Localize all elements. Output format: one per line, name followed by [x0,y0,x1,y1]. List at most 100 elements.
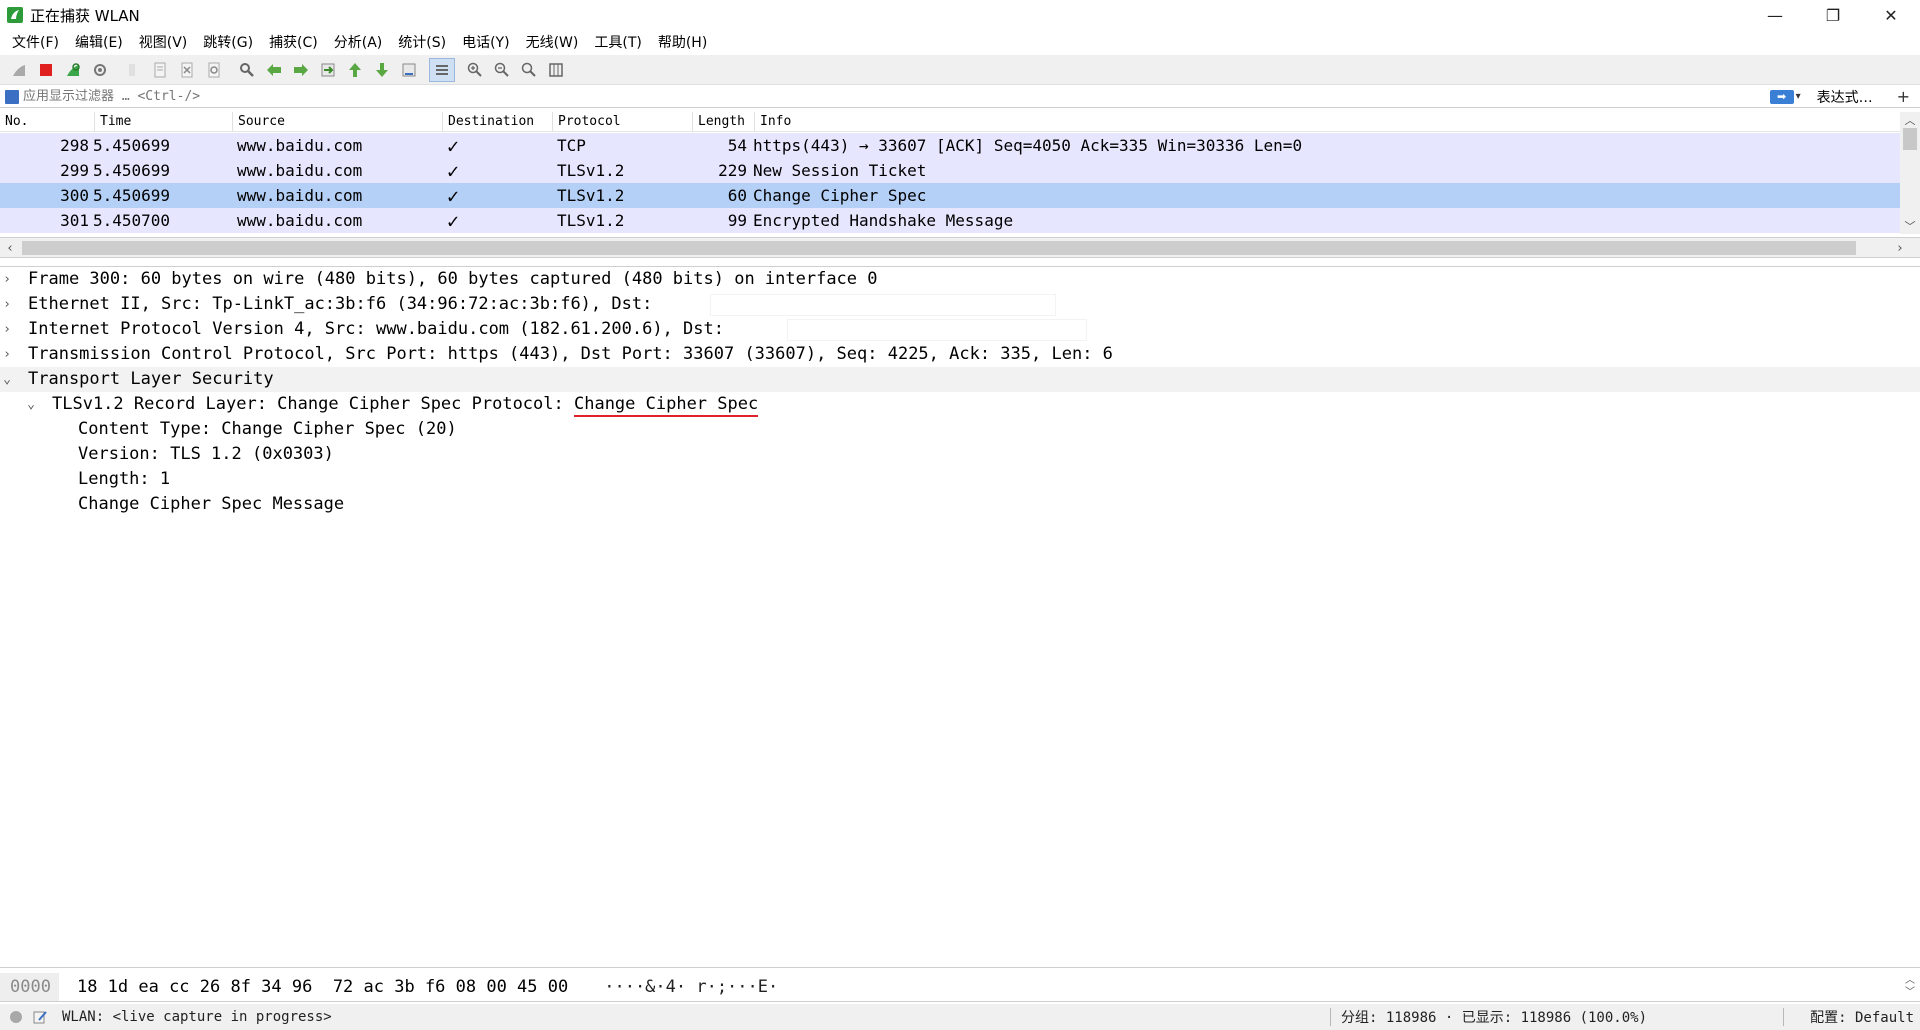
expand-chevron-icon[interactable]: › [0,317,14,342]
window-controls: — ❐ ✕ [1746,0,1920,30]
scroll-thumb[interactable] [1903,128,1917,150]
bytes-scrollbar[interactable]: ︿ ﹀ [1900,972,1920,1002]
packet-info: New Session Ticket [753,161,927,180]
restore-button[interactable]: ❐ [1804,0,1862,30]
tree-row-content-type[interactable]: Content Type: Change Cipher Spec (20) [0,417,1920,442]
menu-go[interactable]: 跳转(G) [195,32,261,52]
go-forward-icon[interactable] [288,58,314,82]
resize-columns-icon[interactable] [543,58,569,82]
tree-row-message[interactable]: Change Cipher Spec Message [0,492,1920,517]
menu-wireless[interactable]: 无线(W) [518,32,587,52]
close-button[interactable]: ✕ [1862,0,1920,30]
packet-protocol: TCP [557,136,586,155]
collapse-chevron-icon[interactable]: ⌄ [24,392,38,417]
expression-button[interactable]: 表达式… [1817,87,1873,107]
packet-stats: 分组: 118986 · 已显示: 118986 (100.0%) [1341,1010,1648,1026]
close-file-icon[interactable] [174,58,200,82]
menu-edit[interactable]: 编辑(E) [67,32,131,52]
expand-chevron-icon[interactable]: › [0,292,14,317]
packet-length: 229 [718,161,747,180]
packet-destination: ✓ [447,158,460,183]
colorize-icon[interactable] [429,57,455,82]
scroll-left-icon[interactable]: ‹ [0,238,20,258]
collapse-chevron-icon[interactable]: ⌄ [0,367,14,392]
column-header-no[interactable]: No. [0,112,95,132]
packet-row[interactable]: 299 5.450699 www.baidu.com ✓ TLSv1.2 229… [0,158,1900,183]
packet-list-header: No. Time Source Destination Protocol Len… [0,112,1900,132]
bytes-ascii[interactable]: ····&·4· r·;···E· [604,977,778,997]
packet-row[interactable]: 301 5.450700 www.baidu.com ✓ TLSv1.2 99 … [0,208,1900,233]
version-field: Version: TLS 1.2 (0x0303) [78,444,334,464]
frame-summary: Frame 300: 60 bytes on wire (480 bits), … [28,269,878,289]
tree-row-frame[interactable]: › Frame 300: 60 bytes on wire (480 bits)… [0,267,1920,292]
stop-capture-icon[interactable] [33,58,59,82]
minimize-button[interactable]: — [1746,0,1804,30]
filter-history-dropdown[interactable]: ▾ [1796,91,1801,102]
go-last-icon[interactable] [369,58,395,82]
packet-no: 300 [60,186,89,205]
scroll-down-icon[interactable]: ﹀ [1905,987,1915,999]
zoom-in-icon[interactable] [462,58,488,82]
shark-fin-start-icon[interactable] [6,58,32,82]
menu-analyze[interactable]: 分析(A) [326,32,391,52]
filter-bookmark-icon[interactable] [5,89,19,104]
packet-row[interactable]: 298 5.450699 www.baidu.com ✓ TCP 54 http… [0,133,1900,158]
profile-status[interactable]: 配置: Default [1790,1007,1920,1027]
menu-view[interactable]: 视图(V) [131,32,196,52]
display-filter-input[interactable] [23,86,1770,107]
packet-row-selected[interactable]: 300 5.450699 www.baidu.com ✓ TLSv1.2 60 … [0,183,1900,208]
go-first-icon[interactable] [342,58,368,82]
tree-row-length[interactable]: Length: 1 [0,467,1920,492]
bytes-hex[interactable]: 18 1d ea cc 26 8f 34 96 72 ac 3b f6 08 0… [77,977,568,997]
scroll-thumb[interactable] [22,241,1856,255]
packet-time: 5.450700 [93,211,171,230]
tree-row-ip[interactable]: › Internet Protocol Version 4, Src: www.… [0,317,1920,342]
menu-tools[interactable]: 工具(T) [586,32,649,52]
open-file-icon[interactable] [120,58,146,82]
tree-row-tcp[interactable]: › Transmission Control Protocol, Src Por… [0,342,1920,367]
menu-statistics[interactable]: 统计(S) [390,32,454,52]
column-header-protocol[interactable]: Protocol [553,112,693,132]
find-packet-icon[interactable] [234,58,260,82]
expand-chevron-icon[interactable]: › [0,267,14,292]
menu-capture[interactable]: 捕获(C) [261,32,326,52]
tree-row-version[interactable]: Version: TLS 1.2 (0x0303) [0,442,1920,467]
apply-filter-button[interactable]: ➡ [1769,89,1794,104]
status-bar: WLAN: <live capture in progress> 分组: 118… [0,1004,1920,1030]
capture-comment-icon[interactable] [32,1009,48,1025]
column-header-info[interactable]: Info [755,112,1900,132]
tcp-summary: Transmission Control Protocol, Src Port:… [28,344,1113,364]
zoom-normal-icon[interactable] [516,58,542,82]
packet-destination: ✓ [447,208,460,233]
reload-file-icon[interactable] [201,58,227,82]
packet-list-horizontal-scrollbar[interactable]: ‹ › [0,238,1920,258]
menu-help[interactable]: 帮助(H) [650,32,715,52]
add-filter-button[interactable]: + [1897,87,1910,106]
menu-telephony[interactable]: 电话(Y) [454,32,517,52]
scroll-down-icon[interactable]: ﹀ [1900,218,1920,234]
tree-row-tls[interactable]: ⌄ Transport Layer Security [0,367,1920,392]
expand-chevron-icon[interactable]: › [0,342,14,367]
scroll-right-icon[interactable]: › [1890,238,1910,258]
column-header-destination[interactable]: Destination [443,112,553,132]
ip-summary: Internet Protocol Version 4, Src: www.ba… [28,319,724,339]
column-header-source[interactable]: Source [233,112,443,132]
scroll-up-icon[interactable]: ︿ [1900,112,1920,128]
go-back-icon[interactable] [261,58,287,82]
zoom-out-icon[interactable] [489,58,515,82]
autoscroll-icon[interactable] [396,58,422,82]
expert-info-icon[interactable] [10,1011,22,1023]
go-to-packet-icon[interactable] [315,58,341,82]
column-header-length[interactable]: Length [693,112,755,132]
restart-capture-icon[interactable] [60,58,86,82]
scroll-up-icon[interactable]: ︿ [1905,975,1915,987]
capture-options-icon[interactable] [87,58,113,82]
column-header-time[interactable]: Time [95,112,233,132]
menu-file[interactable]: 文件(F) [4,32,67,52]
tree-row-tls-record[interactable]: ⌄ TLSv1.2 Record Layer: Change Cipher Sp… [0,392,1920,417]
packet-no: 299 [60,161,89,180]
packet-list-vertical-scrollbar[interactable]: ︿ ﹀ [1900,112,1920,234]
tree-row-ethernet[interactable]: › Ethernet II, Src: Tp-LinkT_ac:3b:f6 (3… [0,292,1920,317]
tls-record-highlight: Change Cipher Spec [573,393,759,417]
save-file-icon[interactable] [147,58,173,82]
